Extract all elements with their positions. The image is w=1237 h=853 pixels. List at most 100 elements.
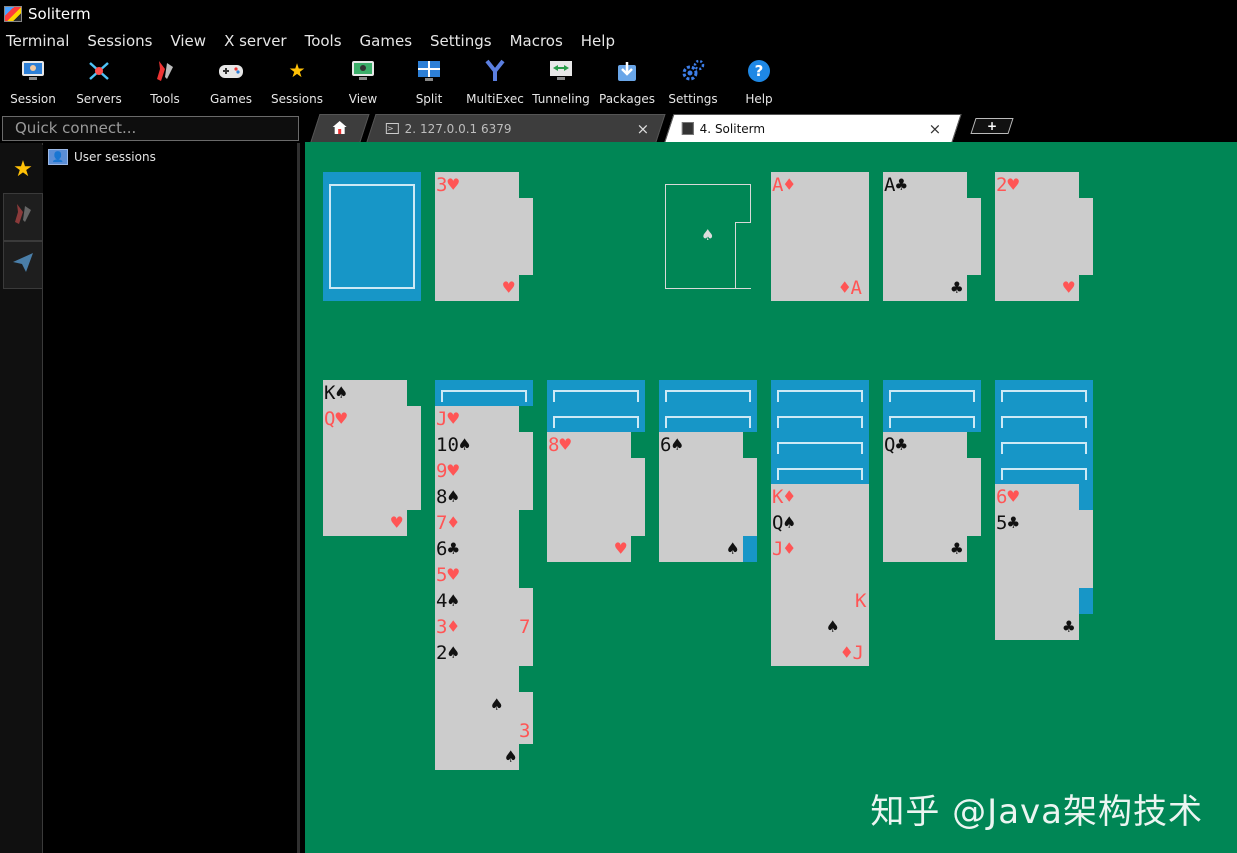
foundation-clubs[interactable]: A♣ ♣ <box>883 172 967 301</box>
new-tab-button[interactable]: + <box>970 118 1014 134</box>
sidebar-sftp-tab[interactable] <box>3 241 43 289</box>
close-icon[interactable]: × <box>929 120 942 138</box>
toolbar-session-button[interactable]: Session <box>0 54 66 112</box>
column-1-edge <box>407 406 421 510</box>
column-7-back <box>995 380 1093 406</box>
toolbar-games-button[interactable]: Games <box>198 54 264 112</box>
column-3-edge <box>631 458 645 536</box>
tools-icon <box>152 58 178 84</box>
svg-text:?: ? <box>755 62 764 80</box>
foundation-hearts[interactable]: 2♥ ♥ <box>995 172 1079 301</box>
servers-icon <box>86 58 112 84</box>
column-7-edge <box>1079 510 1093 588</box>
column-2-card[interactable]: J♥ 10♠ 9♥ 8♠ 7♦ 6♣ 5♥ 4♠ 3♦ 2♠ ♠ ♠ <box>435 406 519 770</box>
toolbar-split-button[interactable]: Split <box>396 54 462 112</box>
view-icon <box>350 58 376 84</box>
toolbar-multiexec-button[interactable]: MultiExec <box>462 54 528 112</box>
column-2-edge-a <box>519 432 533 510</box>
tab-soliterm[interactable]: 4. Soliterm × <box>664 114 962 142</box>
user-folder-icon: 👤 <box>48 149 68 165</box>
column-4-back <box>659 406 757 432</box>
toolbar-sessions-button[interactable]: ★ Sessions <box>264 54 330 112</box>
home-icon <box>332 120 348 138</box>
column-6-back <box>883 406 981 432</box>
tab-home[interactable] <box>310 114 370 142</box>
column-5-card[interactable]: K♦ Q♠ J♦ K ♠ ♦J <box>771 484 869 666</box>
toolbar-packages-button[interactable]: Packages <box>594 54 660 112</box>
help-icon: ? <box>746 58 772 84</box>
foundation-diamonds[interactable]: A♦ ♦A <box>771 172 869 301</box>
fork-icon <box>482 58 508 84</box>
column-1-card[interactable]: K♠ Q♥ ♥ <box>323 380 407 536</box>
menu-x-server[interactable]: X server <box>224 32 287 50</box>
menu-sessions[interactable]: Sessions <box>87 32 152 50</box>
column-3-card[interactable]: 8♥ ♥ <box>547 432 631 562</box>
toolbar-view-button[interactable]: View <box>330 54 396 112</box>
tunnel-icon <box>548 58 574 84</box>
quick-connect-input[interactable]: Quick connect... <box>2 116 299 141</box>
column-7-back <box>995 432 1093 458</box>
app-icon <box>4 5 22 22</box>
foundation-hearts-edge <box>1079 198 1093 275</box>
monitor-icon <box>20 58 46 84</box>
empty-foundation-slot[interactable]: ♠ <box>665 184 751 289</box>
toolbar-help-button[interactable]: ? Help <box>726 54 792 112</box>
menu-terminal[interactable]: Terminal <box>6 32 69 50</box>
menu-macros[interactable]: Macros <box>510 32 563 50</box>
menu-view[interactable]: View <box>170 32 206 50</box>
terminal-icon: > <box>385 123 399 134</box>
stock-pile[interactable] <box>323 172 421 301</box>
star-icon: ★ <box>288 59 306 82</box>
column-6-card[interactable]: Q♣ ♣ <box>883 432 967 562</box>
column-7-back <box>995 406 1093 432</box>
column-5-back <box>771 380 869 406</box>
solitaire-board: 3♥ ♥ ♠ A♦ ♦A A♣ ♣ 2♥ ♥ K♠ Q♥ ♥ J♥ 10♠ 9♥… <box>305 142 1237 853</box>
column-5-back <box>771 432 869 458</box>
watermark: 知乎 @Java架构技术 <box>870 792 1203 832</box>
user-sessions-item[interactable]: 👤 User sessions <box>44 143 297 165</box>
column-5-back <box>771 458 869 484</box>
menu-help[interactable]: Help <box>581 32 615 50</box>
column-7-card[interactable]: 6♥ 5♣ ♣ <box>995 484 1079 640</box>
toolbar-tools-button[interactable]: Tools <box>132 54 198 112</box>
column-4-back <box>659 380 757 406</box>
sessions-panel: 👤 User sessions <box>44 143 300 853</box>
sidebar-tabs: ★ <box>0 143 43 853</box>
tab-bar: > 2. 127.0.0.1 6379 × 4. Soliterm × + <box>303 112 1237 142</box>
column-5-back <box>771 406 869 432</box>
menu-tools[interactable]: Tools <box>305 32 342 50</box>
menu-bar: Terminal Sessions View X server Tools Ga… <box>0 27 1237 54</box>
sidebar-sessions-tab[interactable]: ★ <box>3 145 43 193</box>
gamepad-icon <box>218 58 244 84</box>
close-icon[interactable]: × <box>637 120 650 138</box>
waste-card[interactable]: 3♥ ♥ <box>435 172 519 301</box>
foundation-clubs-edge <box>967 198 981 275</box>
tools-icon <box>12 202 34 232</box>
toolbar-settings-button[interactable]: Settings <box>660 54 726 112</box>
title-bar: Soliterm <box>0 0 1237 27</box>
column-2-edge-b: 7 <box>519 588 533 666</box>
sidebar-tools-tab[interactable] <box>3 193 43 241</box>
column-6-back <box>883 380 981 406</box>
download-icon <box>614 58 640 84</box>
toolbar-tunneling-button[interactable]: Tunneling <box>528 54 594 112</box>
window-title: Soliterm <box>28 4 91 23</box>
split-icon <box>416 58 442 84</box>
column-2-edge-c: 3 <box>519 692 533 744</box>
column-7-back <box>995 458 1093 484</box>
menu-settings[interactable]: Settings <box>430 32 492 50</box>
column-4-edge <box>743 458 757 536</box>
star-icon: ★ <box>13 156 33 182</box>
menu-games[interactable]: Games <box>360 32 412 50</box>
toolbar-servers-button[interactable]: Servers <box>66 54 132 112</box>
gears-icon <box>680 58 706 84</box>
column-6-edge <box>967 458 981 536</box>
column-4-card[interactable]: 6♠ ♠ <box>659 432 743 562</box>
toolbar: Session Servers Tools Games ★ Sessions V… <box>0 54 1237 112</box>
column-2-back <box>435 380 533 406</box>
column-4-back-edge <box>743 536 757 562</box>
tab-redis-terminal[interactable]: > 2. 127.0.0.1 6379 × <box>366 114 666 142</box>
paper-plane-icon <box>12 251 34 279</box>
column-3-back <box>547 380 645 406</box>
cards-icon <box>681 122 694 135</box>
